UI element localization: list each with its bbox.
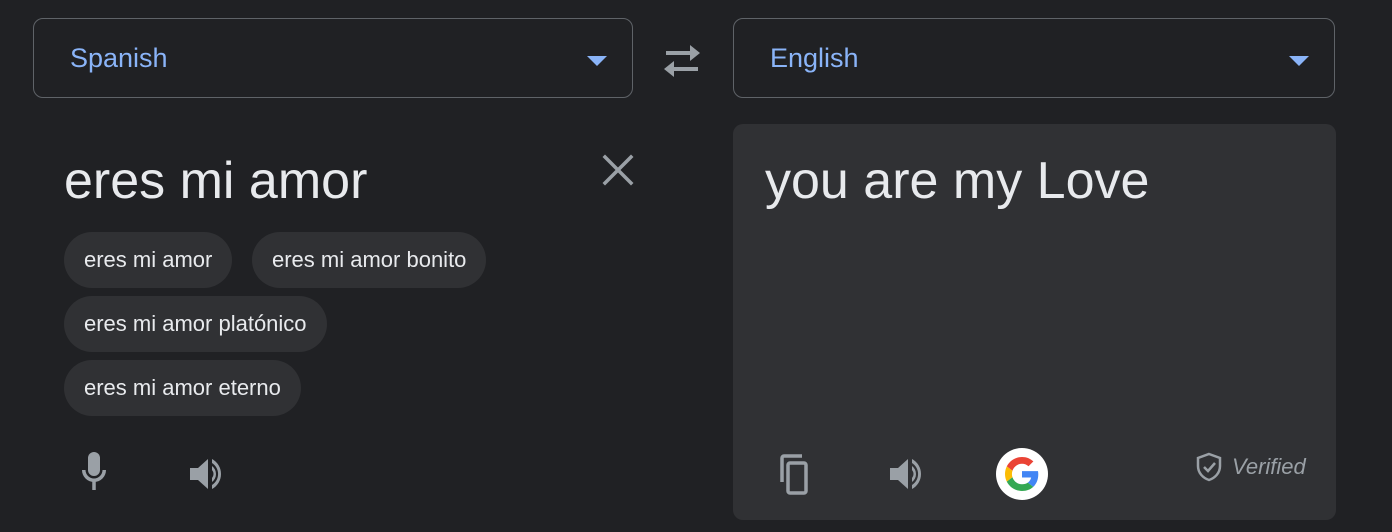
google-badge[interactable] bbox=[996, 448, 1048, 500]
copy-translation-button[interactable] bbox=[768, 448, 820, 500]
google-g-icon bbox=[1005, 457, 1039, 491]
target-language-label: English bbox=[770, 42, 859, 73]
speaker-icon bbox=[890, 459, 921, 489]
chevron-down-icon bbox=[587, 56, 607, 66]
source-text-input[interactable]: eres mi amor bbox=[64, 150, 367, 212]
clear-source-button[interactable] bbox=[596, 148, 640, 192]
source-language-select[interactable]: Spanish bbox=[33, 18, 633, 98]
suggestion-chip[interactable]: eres mi amor bonito bbox=[252, 232, 487, 288]
suggestion-chip[interactable]: eres mi amor platónico bbox=[64, 296, 327, 352]
swap-languages-button[interactable] bbox=[660, 42, 704, 80]
listen-source-button[interactable] bbox=[180, 448, 232, 500]
translate-widget: Spanish English eres mi amor eres mi amo… bbox=[0, 0, 1392, 532]
listen-translation-button[interactable] bbox=[880, 448, 932, 500]
close-icon bbox=[602, 154, 634, 186]
verified-indicator: Verified bbox=[1196, 452, 1306, 482]
voice-input-button[interactable] bbox=[68, 444, 120, 496]
microphone-icon bbox=[82, 452, 106, 490]
source-language-label: Spanish bbox=[70, 42, 168, 73]
suggestion-chip[interactable]: eres mi amor bbox=[64, 232, 233, 288]
speaker-icon bbox=[190, 459, 221, 489]
copy-icon bbox=[780, 454, 808, 495]
target-language-select[interactable]: English bbox=[733, 18, 1335, 98]
swap-languages-icon bbox=[664, 45, 700, 77]
translated-text: you are my Love bbox=[765, 152, 1150, 210]
chevron-down-icon bbox=[1289, 56, 1309, 66]
suggestion-chip[interactable]: eres mi amor eterno bbox=[64, 360, 301, 416]
verified-label: Verified bbox=[1232, 454, 1306, 479]
shield-check-icon bbox=[1196, 452, 1222, 482]
